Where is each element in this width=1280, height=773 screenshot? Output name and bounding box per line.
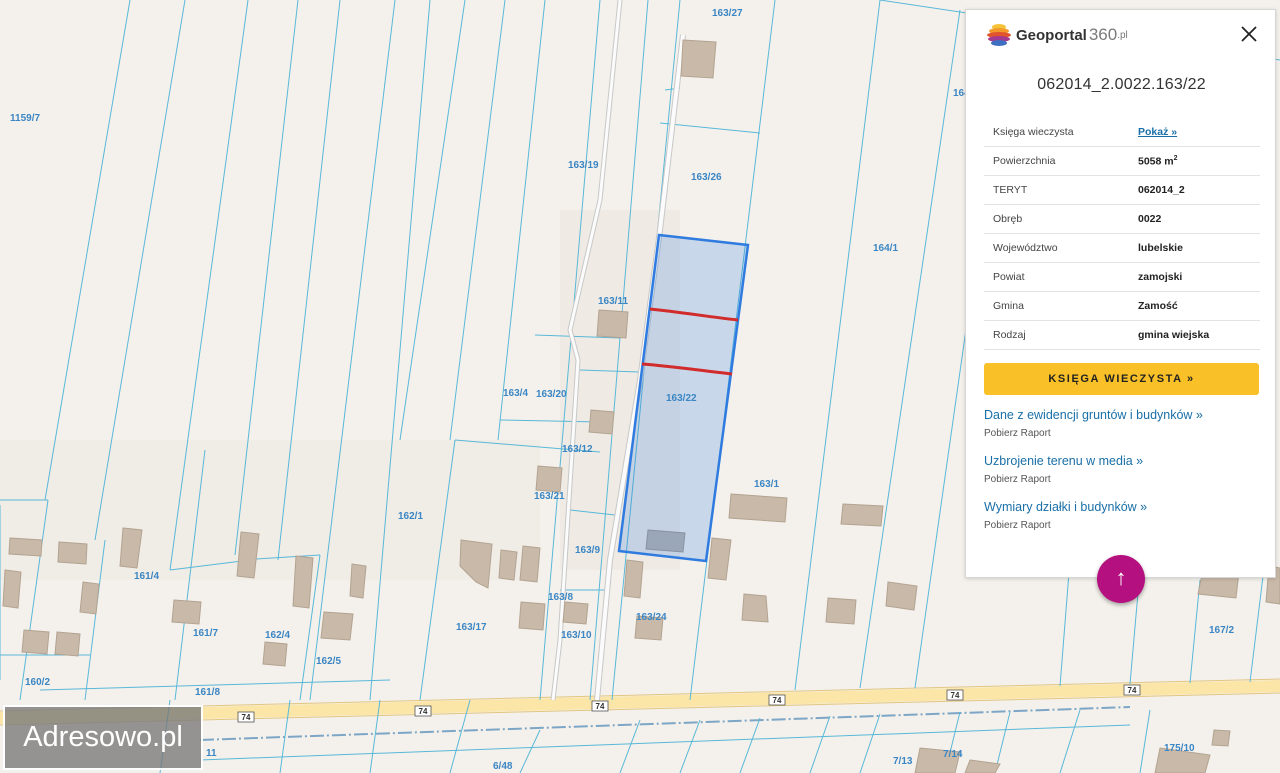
info-value: 5058 m2 bbox=[1138, 146, 1260, 176]
info-row: Województwo lubelskie bbox=[984, 233, 1260, 263]
area-unit-exponent: 2 bbox=[1173, 154, 1178, 162]
road-number: 74 bbox=[596, 702, 605, 711]
info-row: Powierzchnia 5058 m2 bbox=[984, 146, 1260, 176]
watermark: Adresowo.pl bbox=[3, 705, 203, 770]
parcel-label: 163/20 bbox=[536, 389, 567, 400]
info-label: Księga wieczysta bbox=[984, 118, 1138, 147]
link-ewidencja-sub[interactable]: Pobierz Raport bbox=[984, 428, 1264, 439]
parcel-label: 163/11 bbox=[598, 296, 628, 307]
info-value-text: 5058 m bbox=[1138, 155, 1174, 168]
parcel-info-table: Księga wieczysta Pokaż » Powierzchnia 5058 … bbox=[984, 118, 1260, 350]
parcel-label: 163/4 bbox=[503, 388, 528, 399]
parcel-label: 175/10 bbox=[1164, 743, 1195, 754]
parcel-label: 163/21 bbox=[534, 491, 565, 502]
show-land-register-link[interactable]: Pokaż » bbox=[1138, 126, 1177, 138]
parcel-label: 160/2 bbox=[25, 677, 50, 688]
parcel-label: 162/1 bbox=[398, 511, 423, 522]
road-number: 74 bbox=[419, 707, 428, 716]
parcel-label: 7/14 bbox=[943, 749, 963, 760]
parcel-label: 161/7 bbox=[193, 628, 218, 639]
info-label: Rodzaj bbox=[984, 320, 1138, 350]
info-label: TERYT bbox=[984, 175, 1138, 205]
parcel-label: 167/2 bbox=[1209, 625, 1234, 636]
info-value: 062014_2 bbox=[1138, 175, 1260, 205]
info-value: Zamość bbox=[1138, 291, 1260, 321]
info-value-text: Zamość bbox=[1138, 300, 1178, 312]
parcel-label: 161/4 bbox=[134, 571, 159, 582]
scroll-up-button[interactable]: ↑ bbox=[1097, 555, 1145, 603]
link-block-ewidencja: Dane z ewidencji gruntów i budynków » Po… bbox=[984, 408, 1264, 439]
link-uzbrojenie[interactable]: Uzbrojenie terenu w media » bbox=[984, 454, 1264, 468]
parcel-label: 6/48 bbox=[493, 761, 513, 772]
road-number: 74 bbox=[1128, 686, 1137, 695]
parcel-label: 163/27 bbox=[712, 8, 743, 19]
info-value[interactable]: Pokaż » bbox=[1138, 118, 1260, 147]
geoportal-logo[interactable]: Geoportal 360 .pl bbox=[986, 22, 1128, 48]
info-value: zamojski bbox=[1138, 262, 1260, 292]
info-label: Powiat bbox=[984, 262, 1138, 292]
info-value-text: gmina wiejska bbox=[1138, 329, 1210, 341]
parcel-label: 163/17 bbox=[456, 622, 487, 633]
parcel-id-title: 062014_2.0022.163/22 bbox=[1037, 76, 1206, 93]
info-value: gmina wiejska bbox=[1138, 320, 1260, 350]
parcel-label: 163/8 bbox=[548, 592, 573, 603]
info-row: TERYT 062014_2 bbox=[984, 175, 1260, 205]
info-row: Księga wieczysta Pokaż » bbox=[984, 118, 1260, 147]
parcel-label: 164/1 bbox=[873, 243, 898, 254]
link-wymiary-sub[interactable]: Pobierz Raport bbox=[984, 520, 1264, 531]
close-icon[interactable] bbox=[1239, 24, 1259, 44]
logo-tld: .pl bbox=[1117, 29, 1128, 41]
info-row: Obręb 0022 bbox=[984, 204, 1260, 234]
parcel-label: 162/5 bbox=[316, 656, 341, 667]
info-label: Województwo bbox=[984, 233, 1138, 263]
parcel-label: 163/10 bbox=[561, 630, 592, 641]
road-number: 74 bbox=[773, 696, 782, 705]
parcel-info-panel: Geoportal 360 .pl 062014_2.0022.163/22 K… bbox=[965, 9, 1276, 578]
info-value: 0022 bbox=[1138, 204, 1260, 234]
info-value-text: lubelskie bbox=[1138, 242, 1183, 254]
info-label: Obręb bbox=[984, 204, 1138, 234]
info-row: Powiat zamojski bbox=[984, 262, 1260, 292]
logo-text: Geoportal bbox=[1016, 26, 1087, 44]
link-wymiary[interactable]: Wymiary działki i budynków » bbox=[984, 500, 1264, 514]
road-number: 74 bbox=[951, 691, 960, 700]
parcel-label: 1159/7 bbox=[10, 113, 40, 124]
parcel-label: 163/24 bbox=[636, 612, 667, 623]
parcel-label: 163/26 bbox=[691, 172, 722, 183]
link-block-uzbrojenie: Uzbrojenie terenu w media » Pobierz Rapo… bbox=[984, 454, 1264, 485]
info-row: Gmina Zamość bbox=[984, 291, 1260, 321]
info-label: Gmina bbox=[984, 291, 1138, 321]
info-value: lubelskie bbox=[1138, 233, 1260, 263]
land-register-button[interactable]: KSIĘGA WIECZYSTA » bbox=[984, 363, 1259, 395]
info-row: Rodzaj gmina wiejska bbox=[984, 320, 1260, 350]
link-ewidencja[interactable]: Dane z ewidencji gruntów i budynków » bbox=[984, 408, 1264, 422]
link-block-wymiary: Wymiary działki i budynków » Pobierz Rap… bbox=[984, 500, 1264, 531]
logo-number: 360 bbox=[1088, 25, 1118, 44]
parcel-label: 161/8 bbox=[195, 687, 220, 698]
info-value-text: zamojski bbox=[1138, 271, 1183, 283]
parcel-label: 162/4 bbox=[265, 630, 290, 641]
parcel-label: 11 bbox=[206, 748, 217, 759]
parcel-label: 163/19 bbox=[568, 160, 599, 171]
info-value-text: 062014_2 bbox=[1138, 184, 1185, 196]
info-value-text: 0022 bbox=[1138, 213, 1162, 225]
parcel-label: 163/22 bbox=[666, 393, 697, 404]
parcel-label: 163/12 bbox=[562, 444, 593, 455]
geoportal-logo-icon bbox=[987, 24, 1011, 46]
info-label: Powierzchnia bbox=[984, 146, 1138, 176]
link-uzbrojenie-sub[interactable]: Pobierz Raport bbox=[984, 474, 1264, 485]
parcel-label: 7/13 bbox=[893, 756, 913, 767]
road-number: 74 bbox=[242, 713, 251, 722]
parcel-label: 163/1 bbox=[754, 479, 779, 490]
parcel-label: 163/9 bbox=[575, 545, 600, 556]
